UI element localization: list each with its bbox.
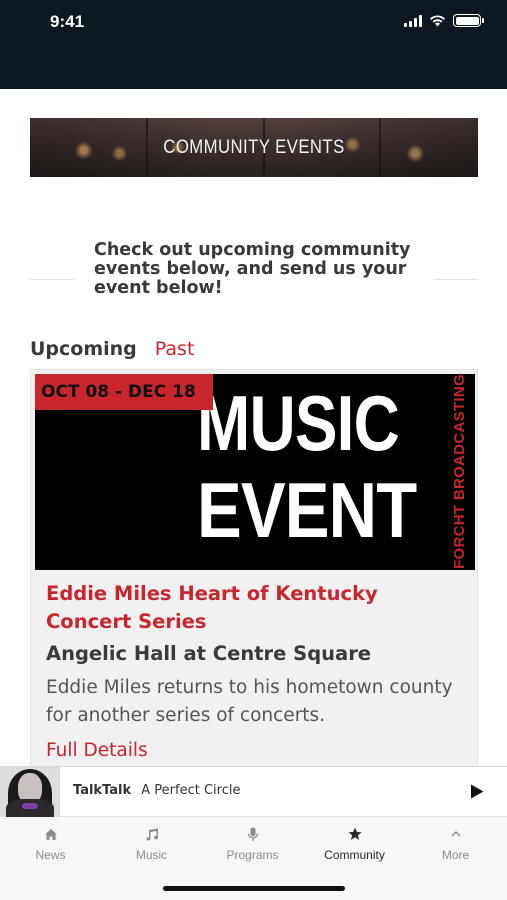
tab-more[interactable]: More	[405, 825, 506, 862]
event-image-brand: FORCHT BROADCASTING	[449, 374, 469, 568]
event-image[interactable]: MUSIC EVENT FORCHT BROADCASTING OCT 08 -…	[35, 374, 475, 570]
intro-text: Check out upcoming community events belo…	[94, 240, 411, 298]
event-tabs: Upcoming Past	[30, 338, 194, 360]
now-playing-bar[interactable]: TalkTalk A Perfect Circle	[0, 766, 507, 817]
now-playing-info: TalkTalk A Perfect Circle	[73, 783, 240, 798]
home-indicator[interactable]	[163, 886, 345, 891]
battery-icon	[453, 14, 484, 27]
tab-label: Community	[324, 848, 385, 862]
full-details-link[interactable]: Full Details	[46, 740, 148, 761]
star-icon	[304, 825, 405, 843]
play-icon[interactable]	[469, 783, 485, 800]
tab-programs[interactable]: Programs	[202, 825, 303, 862]
tab-label: More	[441, 848, 470, 862]
status-bar: 9:41	[0, 0, 507, 89]
event-description: Eddie Miles returns to his hometown coun…	[46, 677, 453, 726]
event-title[interactable]: Eddie Miles Heart of Kentucky Concert Se…	[46, 580, 466, 636]
chevron-up-icon	[405, 825, 506, 843]
main-content[interactable]: COMMUNITY EVENTS Check out upcoming comm…	[0, 89, 507, 766]
music-note-icon	[101, 825, 202, 843]
tab-music[interactable]: Music	[101, 825, 202, 862]
community-events-banner: COMMUNITY EVENTS	[30, 118, 478, 177]
event-image-event-text: EVENT	[197, 466, 417, 554]
tab-label: Music	[135, 848, 168, 862]
tab-upcoming[interactable]: Upcoming	[30, 338, 137, 360]
cellular-signal-icon	[404, 14, 422, 27]
intro-section: Check out upcoming community events belo…	[30, 241, 478, 321]
album-art	[0, 767, 60, 817]
event-date-badge: OCT 08 - DEC 18	[35, 374, 213, 410]
microphone-icon	[202, 825, 303, 843]
event-image-brand-text: FORCHT BROADCASTING	[450, 374, 468, 569]
tab-label: Programs	[226, 848, 279, 862]
divider	[434, 279, 478, 280]
event-card[interactable]: MUSIC EVENT FORCHT BROADCASTING OCT 08 -…	[30, 369, 478, 766]
event-venue: Angelic Hall at Centre Square	[46, 642, 372, 665]
home-icon	[0, 825, 101, 843]
artist-name: A Perfect Circle	[141, 783, 241, 798]
tab-community[interactable]: Community	[304, 825, 405, 862]
status-time: 9:41	[50, 12, 85, 31]
divider	[30, 279, 74, 280]
event-image-music-text: MUSIC	[197, 379, 400, 467]
tab-news[interactable]: News	[0, 825, 101, 862]
tab-past[interactable]: Past	[155, 338, 195, 360]
banner-title: COMMUNITY EVENTS	[163, 136, 345, 158]
status-icons	[404, 14, 484, 27]
station-name: TalkTalk	[73, 783, 132, 798]
wifi-icon	[430, 14, 445, 26]
tab-label: News	[35, 848, 66, 862]
